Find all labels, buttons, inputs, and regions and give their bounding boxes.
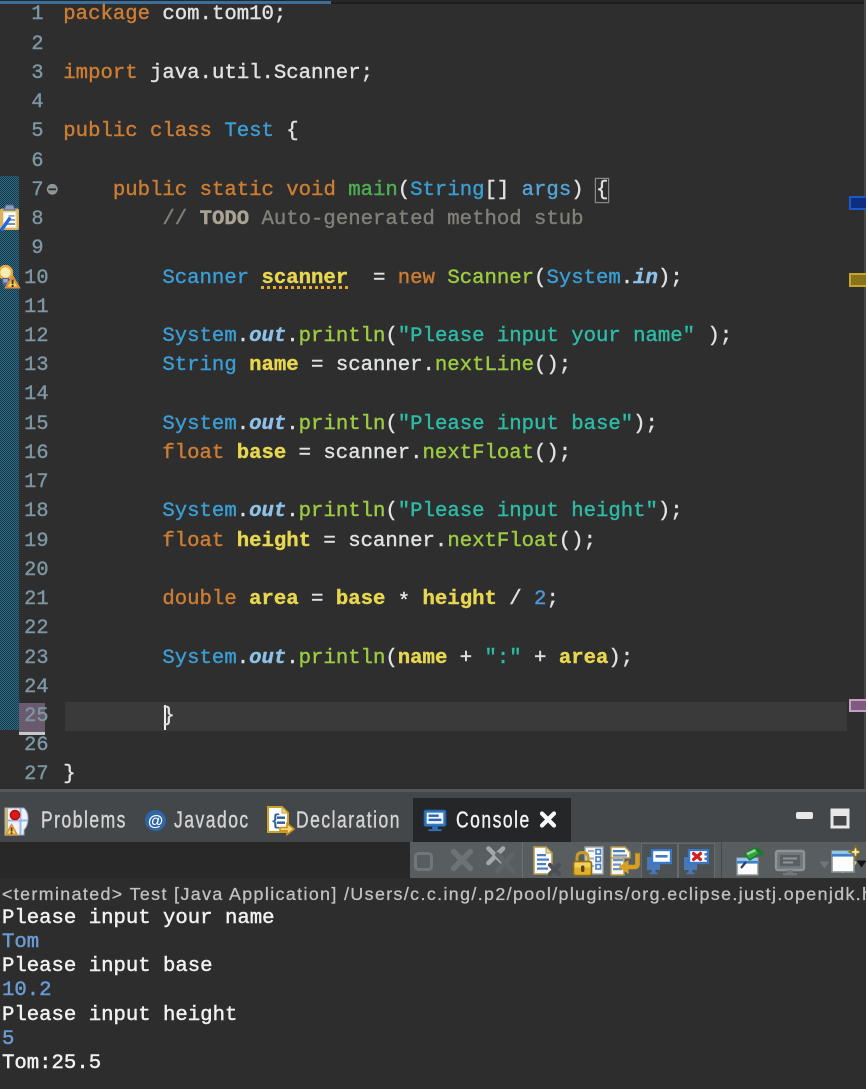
svg-text:@: @ — [148, 813, 163, 830]
svg-text:{: { — [271, 812, 281, 830]
